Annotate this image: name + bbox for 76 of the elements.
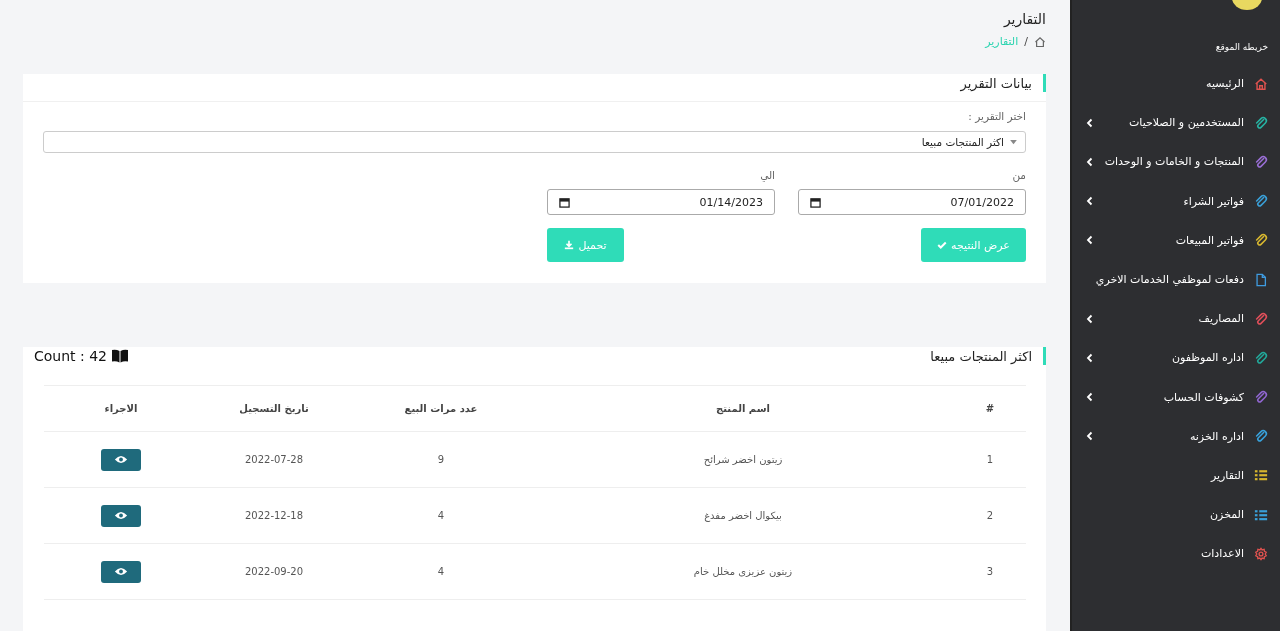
date-field[interactable]: 07/01/2022 bbox=[798, 189, 1026, 215]
sidebar-item-label: فواتير الشراء bbox=[1183, 194, 1244, 208]
sidebar-item-label: فواتير المبيعات bbox=[1175, 233, 1244, 247]
column-header: تاريخ التسجيل bbox=[198, 385, 350, 432]
sidebar-item[interactable]: كشوفات الحساب bbox=[1076, 377, 1268, 417]
field-label: من bbox=[1011, 169, 1026, 181]
field-label: الي bbox=[759, 169, 775, 181]
table-cell: 2 bbox=[954, 487, 1026, 544]
sidebar-item[interactable]: فواتير الشراء bbox=[1076, 181, 1268, 221]
sidebar-heading: خريطه الموقع bbox=[1214, 42, 1268, 52]
sidebar-item[interactable]: الاعدادات bbox=[1076, 534, 1268, 574]
sidebar-item[interactable]: التقارير bbox=[1076, 455, 1268, 496]
chevron-icon bbox=[1086, 392, 1094, 403]
table-cell: 2022-09-20 bbox=[198, 543, 350, 600]
sidebar-item-label: الاعدادات bbox=[1200, 547, 1244, 561]
sidebar-item-label: التقارير bbox=[1210, 468, 1244, 482]
chevron-icon bbox=[1086, 313, 1094, 324]
page-title: التقارير bbox=[1002, 11, 1046, 27]
sidebar-item[interactable]: المخزن bbox=[1076, 495, 1268, 535]
sidebar-item-label: المخزن bbox=[1210, 508, 1244, 522]
report-select[interactable]: اكثر المنتجات مبيعا bbox=[43, 131, 1026, 153]
sidebar-item-label: المستخدمين و الصلاحيات bbox=[1129, 116, 1244, 130]
view-button[interactable] bbox=[101, 504, 141, 527]
sidebar-item[interactable]: الرئيسيه bbox=[1076, 64, 1268, 104]
table-cell: 2022-12-18 bbox=[198, 487, 350, 544]
sidebar-item-label: اداره الخزنه bbox=[1189, 429, 1244, 443]
sidebar-item-label: المنتجات و الخامات و الوحدات bbox=[1104, 155, 1244, 169]
eye-icon bbox=[114, 455, 128, 464]
count-label: Count : 42 bbox=[34, 348, 107, 364]
sidebar-item[interactable]: فواتير المبيعات bbox=[1076, 220, 1268, 260]
table-cell: 1 bbox=[954, 431, 1026, 488]
table-cell: 9 bbox=[350, 431, 532, 488]
chevron-icon bbox=[1086, 156, 1094, 167]
sidebar-item[interactable]: اداره الموظفون bbox=[1076, 338, 1268, 378]
table-cell: 4 bbox=[350, 543, 532, 600]
breadcrumb-separator: / bbox=[1024, 35, 1028, 48]
sidebar-item[interactable]: المنتجات و الخامات و الوحدات bbox=[1076, 142, 1268, 182]
card-title: اكثر المنتجات مبيعا bbox=[930, 348, 1032, 364]
chevron-icon bbox=[1086, 235, 1094, 246]
table-cell: بيكوال اخضر مفدغ bbox=[532, 487, 954, 544]
sidebar-item[interactable]: اداره الخزنه bbox=[1076, 416, 1268, 456]
sidebar-item[interactable]: المستخدمين و الصلاحيات bbox=[1076, 103, 1268, 143]
sidebar-item-label: دفعات لموظفي الخدمات الاخري bbox=[1095, 273, 1244, 287]
column-header: عدد مرات البيع bbox=[350, 385, 532, 432]
table-cell: زيتون عزيزى مخلل خام bbox=[532, 543, 954, 600]
calendar-icon[interactable] bbox=[559, 196, 570, 208]
chevron-icon bbox=[1086, 196, 1094, 207]
view-button[interactable] bbox=[101, 448, 141, 471]
chevron-icon bbox=[1086, 431, 1094, 442]
sidebar-item-label: اداره الموظفون bbox=[1171, 351, 1244, 365]
card-title: بيانات التقرير bbox=[960, 75, 1032, 91]
table-cell: 4 bbox=[350, 487, 532, 544]
sidebar-item-label: كشوفات الحساب bbox=[1163, 390, 1244, 404]
sidebar-item-label: الرئيسيه bbox=[1206, 77, 1244, 91]
book-icon bbox=[111, 349, 129, 363]
eye-icon bbox=[114, 567, 128, 576]
home-icon[interactable] bbox=[1034, 35, 1046, 48]
download-icon bbox=[564, 240, 575, 250]
column-header: # bbox=[954, 385, 1026, 432]
calendar-icon[interactable] bbox=[810, 196, 821, 208]
view-button[interactable] bbox=[101, 560, 141, 583]
column-header: الاجراء bbox=[44, 385, 198, 432]
check-icon bbox=[937, 240, 948, 250]
caret-icon bbox=[1010, 139, 1017, 145]
column-header: اسم المنتج bbox=[532, 385, 954, 432]
sidebar-item-label: المصاريف bbox=[1198, 312, 1244, 326]
date-field[interactable]: 01/14/2023 bbox=[547, 189, 775, 215]
table-cell: 2022-07-28 bbox=[198, 431, 350, 488]
table-cell: 3 bbox=[954, 543, 1026, 600]
chevron-icon bbox=[1086, 352, 1094, 363]
sidebar-item[interactable]: دفعات لموظفي الخدمات الاخري bbox=[1076, 259, 1268, 300]
sidebar-item[interactable]: المصاريف bbox=[1076, 299, 1268, 339]
eye-icon bbox=[114, 511, 128, 520]
field-label: اختر التقرير : bbox=[967, 110, 1026, 122]
table-cell: زيتون اخضر شرائح bbox=[532, 431, 954, 488]
chevron-icon bbox=[1086, 117, 1094, 128]
